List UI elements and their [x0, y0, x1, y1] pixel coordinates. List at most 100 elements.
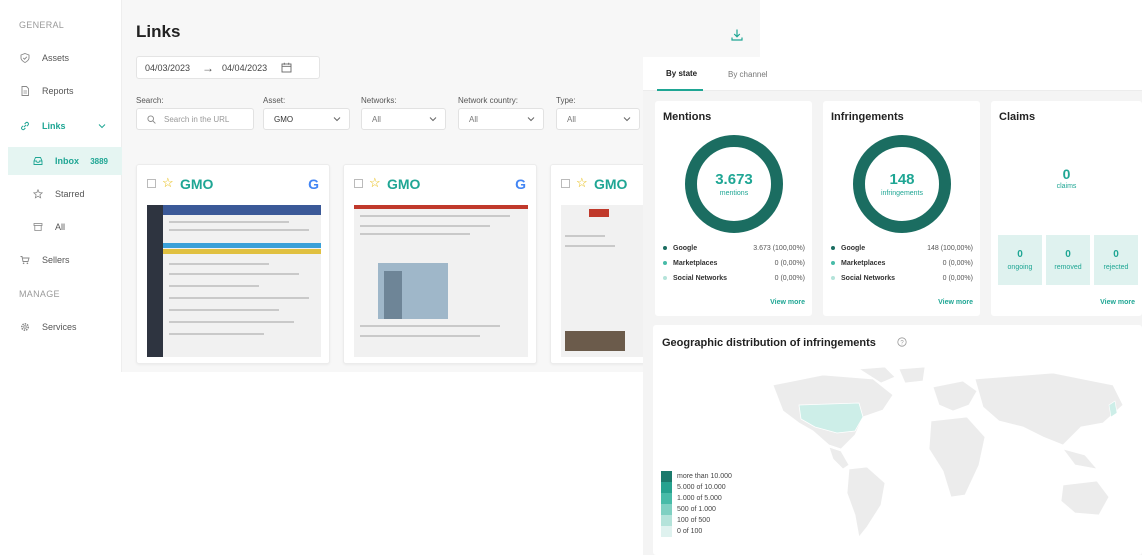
search-input[interactable]: Search in the URL — [136, 108, 254, 130]
mentions-total: 3.673 — [715, 171, 753, 188]
sidebar-item-reports[interactable]: Reports — [0, 80, 122, 102]
sidebar-item-inbox[interactable]: Inbox 3889 — [8, 147, 122, 175]
legend-item: more than 10.000 — [661, 471, 771, 482]
section-manage-label: MANAGE — [19, 289, 60, 299]
chevron-down-icon — [333, 117, 341, 122]
arrow-right-icon: → — [202, 60, 215, 75]
network-country-value: All — [469, 114, 478, 124]
claims-title: Claims — [999, 111, 1036, 123]
star-icon — [33, 189, 43, 199]
sidebar: GENERAL Assets Reports Links Inbox 3889 … — [0, 0, 122, 372]
card-checkbox[interactable] — [147, 179, 156, 188]
world-map[interactable] — [763, 365, 1142, 550]
sidebar-item-label: Links — [42, 121, 66, 131]
card-checkbox[interactable] — [354, 179, 363, 188]
sidebar-item-label: Starred — [55, 189, 85, 199]
inbox-icon — [33, 157, 43, 165]
claims-panel: Claims 0 claims 0 ongoing 0 removed 0 re… — [991, 101, 1142, 316]
sidebar-item-assets[interactable]: Assets — [0, 47, 122, 69]
link-card[interactable]: ☆ GMO G — [136, 164, 330, 364]
shield-icon — [20, 53, 30, 63]
date-to[interactable]: 04/04/2023 — [222, 63, 267, 73]
google-icon: G — [308, 176, 319, 192]
star-icon[interactable]: ☆ — [576, 175, 588, 191]
claims-unit: claims — [1056, 183, 1077, 190]
legend-item: 5.000 of 10.000 — [661, 482, 771, 493]
archive-icon — [33, 223, 43, 231]
legend-item: 100 of 500 — [661, 515, 771, 526]
claims-rejected-tile[interactable]: 0 rejected — [1094, 235, 1138, 285]
sidebar-item-label: Services — [42, 322, 77, 332]
tab-by-state[interactable]: By state — [657, 57, 703, 91]
star-icon[interactable]: ☆ — [369, 175, 381, 191]
chevron-down-icon — [623, 117, 631, 122]
infringements-unit: infringements — [880, 190, 924, 197]
chevron-down-icon — [429, 117, 437, 122]
geo-distribution-panel: Geographic distribution of infringements… — [653, 325, 1142, 555]
networks-label: Networks: — [361, 96, 397, 105]
stat-row-google: Google 3.673 (100,00%) — [663, 242, 805, 254]
date-range-picker[interactable]: 04/03/2023 → 04/04/2023 — [136, 56, 320, 79]
page-title: Links — [136, 22, 181, 41]
mentions-unit: mentions — [719, 190, 749, 197]
asset-select[interactable]: GMO — [263, 108, 350, 130]
type-select[interactable]: All — [556, 108, 640, 130]
gear-icon — [20, 322, 30, 332]
legend-dot — [663, 276, 667, 280]
legend-dot — [663, 261, 667, 265]
claims-view-more-link[interactable]: View more — [1100, 299, 1135, 306]
link-card[interactable]: ☆ GMO G — [343, 164, 537, 364]
star-icon[interactable]: ☆ — [162, 175, 174, 191]
sidebar-item-services[interactable]: Services — [0, 316, 122, 338]
network-country-select[interactable]: All — [458, 108, 544, 130]
legend-dot — [831, 261, 835, 265]
mentions-view-more-link[interactable]: View more — [770, 299, 805, 306]
mentions-panel: Mentions 3.673 mentions Google 3.673 (10… — [655, 101, 812, 316]
cart-icon — [20, 256, 30, 265]
stat-row-google: Google 148 (100,00%) — [831, 242, 973, 254]
legend-dot — [831, 246, 835, 250]
networks-select[interactable]: All — [361, 108, 446, 130]
stat-row-marketplaces: Marketplaces 0 (0,00%) — [663, 257, 805, 269]
calendar-icon[interactable] — [281, 62, 292, 73]
infringements-total: 148 — [889, 171, 915, 188]
help-icon[interactable]: ? — [897, 337, 907, 347]
claims-removed-tile[interactable]: 0 removed — [1046, 235, 1090, 285]
inbox-count-badge: 3889 — [90, 156, 108, 166]
card-brand: GMO — [387, 176, 421, 192]
page-screenshot[interactable] — [147, 205, 321, 357]
card-brand: GMO — [180, 176, 214, 192]
legend-item: 1.000 of 5.000 — [661, 493, 771, 504]
search-placeholder: Search in the URL — [164, 114, 230, 124]
legend-dot — [831, 276, 835, 280]
sidebar-item-starred[interactable]: Starred — [0, 183, 122, 205]
infringements-view-more-link[interactable]: View more — [938, 299, 973, 306]
sidebar-item-links[interactable]: Links — [0, 115, 122, 137]
search-icon — [147, 114, 156, 124]
chevron-down-icon[interactable] — [98, 123, 106, 129]
networks-value: All — [372, 114, 381, 124]
asset-value: GMO — [274, 114, 294, 124]
card-checkbox[interactable] — [561, 179, 570, 188]
asset-label: Asset: — [263, 96, 286, 105]
mentions-title: Mentions — [663, 111, 712, 123]
mentions-donut: 3.673 mentions — [685, 135, 783, 233]
type-label: Type: — [556, 96, 576, 105]
sidebar-item-label: Sellers — [42, 255, 70, 265]
sidebar-item-all[interactable]: All — [0, 216, 122, 238]
claims-ongoing-tile[interactable]: 0 ongoing — [998, 235, 1042, 285]
legend-dot — [663, 246, 667, 250]
date-from[interactable]: 04/03/2023 — [145, 63, 190, 73]
claims-total: 0 — [1062, 166, 1071, 182]
network-country-label: Network country: — [458, 96, 519, 105]
stat-row-marketplaces: Marketplaces 0 (0,00%) — [831, 257, 973, 269]
legend-item: 500 of 1.000 — [661, 504, 771, 515]
page-screenshot[interactable] — [354, 205, 528, 357]
tab-by-channel[interactable]: By channel — [719, 57, 779, 91]
document-icon — [21, 86, 29, 96]
sidebar-item-sellers[interactable]: Sellers — [0, 249, 122, 271]
download-icon[interactable] — [730, 28, 744, 42]
dashboard-window: By state By channel Mentions 3.673 menti… — [643, 57, 1142, 555]
sidebar-item-label: Inbox — [55, 156, 79, 166]
google-icon: G — [515, 176, 526, 192]
